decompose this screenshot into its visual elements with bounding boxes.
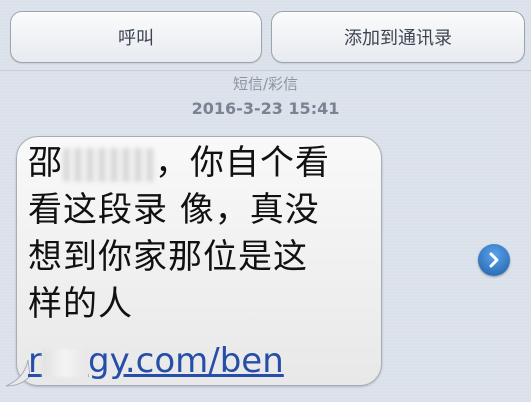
message-line-4: 样的人 bbox=[28, 284, 133, 324]
redacted-link-part bbox=[41, 348, 88, 377]
add-to-contacts-button[interactable]: 添加到通讯录 bbox=[271, 11, 525, 63]
message-text: 邵 ，你自个看 看这段录 像，真没 想到你家那位是这 样的人 bbox=[28, 140, 376, 328]
message-type-label: 短信/彩信 bbox=[232, 75, 299, 93]
message-timestamp: 2016-3-23 15:41 bbox=[191, 99, 340, 118]
redacted-name bbox=[63, 147, 155, 182]
message-line-1-text: ，你自个看 bbox=[155, 143, 330, 183]
top-toolbar: 呼叫 添加到通讯录 bbox=[0, 0, 531, 66]
message-line-1: 邵 ，你自个看 bbox=[28, 140, 376, 187]
details-button[interactable] bbox=[478, 244, 510, 276]
bubble-tail bbox=[5, 360, 30, 387]
link-suffix: gy.com/ben bbox=[87, 341, 284, 381]
chevron-right-icon bbox=[489, 252, 499, 268]
message-link[interactable]: r gy.com/ben bbox=[28, 341, 284, 381]
message-line-2: 看这段录 像，真没 bbox=[28, 190, 320, 230]
sender-name-prefix: 邵 bbox=[28, 143, 63, 183]
divider bbox=[0, 70, 531, 71]
message-line-3: 想到你家那位是这 bbox=[28, 237, 308, 277]
link-prefix: r bbox=[28, 341, 42, 381]
call-button[interactable]: 呼叫 bbox=[10, 11, 262, 63]
